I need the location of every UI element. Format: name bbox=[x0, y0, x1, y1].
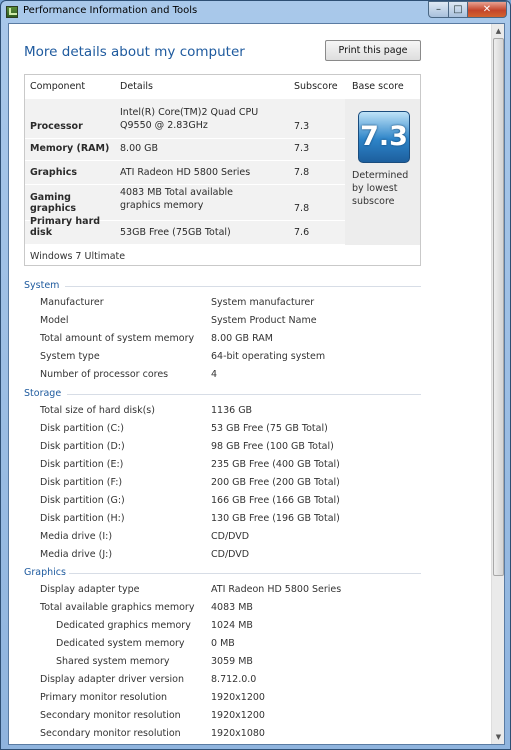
base-score-note: Determined by lowest subscore bbox=[352, 170, 409, 207]
property-value: 64-bit operating system bbox=[211, 351, 326, 362]
vertical-scrollbar[interactable]: ▲ ▼ bbox=[491, 24, 504, 744]
property-value: 1920x1080 bbox=[211, 728, 265, 739]
property-label: Disk partition (H:) bbox=[40, 513, 125, 524]
base-score-badge: 7.3 bbox=[358, 111, 410, 163]
component-details: ATI Radeon HD 5800 Series bbox=[120, 167, 251, 178]
property-label: Dedicated graphics memory bbox=[56, 620, 191, 631]
component-details: 8.00 GB bbox=[120, 143, 159, 154]
property-value: 1920x1200 bbox=[211, 692, 265, 703]
property-label: Disk partition (E:) bbox=[40, 459, 124, 470]
maximize-button[interactable]: □ bbox=[448, 1, 468, 18]
property-value: 3059 MB bbox=[211, 656, 253, 667]
score-table: Component Details Subscore Base score Pr… bbox=[24, 74, 421, 266]
property-value: 8.712.0.0 bbox=[211, 674, 257, 685]
component-details: 53GB Free (75GB Total) bbox=[120, 227, 231, 238]
property-label: Number of processor cores bbox=[40, 369, 169, 380]
component-details: Intel(R) Core(TM)2 Quad CPU Q9550 @ 2.83… bbox=[120, 107, 259, 131]
header-base-score: Base score bbox=[352, 81, 404, 92]
title-bar[interactable]: Performance Information and Tools – □ ✕ bbox=[1, 1, 510, 23]
property-value: 98 GB Free (100 GB Total) bbox=[211, 441, 334, 452]
section-heading-system: System bbox=[24, 280, 60, 291]
property-value: 130 GB Free (196 GB Total) bbox=[211, 513, 340, 524]
property-label: Disk partition (D:) bbox=[40, 441, 125, 452]
property-label: Model bbox=[40, 315, 69, 326]
property-label: Dedicated system memory bbox=[56, 638, 185, 649]
property-label: Total available graphics memory bbox=[40, 602, 195, 613]
property-value: CD/DVD bbox=[211, 549, 250, 560]
section-divider bbox=[69, 573, 421, 574]
print-page-button[interactable]: Print this page bbox=[325, 40, 421, 61]
header-details: Details bbox=[120, 81, 153, 92]
page-title: More details about my computer bbox=[24, 44, 245, 60]
component-subscore: 7.6 bbox=[294, 227, 310, 238]
component-details: 4083 MB Total available graphics memory bbox=[120, 187, 234, 211]
property-value: System Product Name bbox=[211, 315, 317, 326]
property-label: Media drive (J:) bbox=[40, 549, 113, 560]
property-label: Disk partition (F:) bbox=[40, 477, 123, 488]
component-name: Processor bbox=[30, 121, 83, 132]
property-label: Media drive (I:) bbox=[40, 531, 113, 542]
windows-edition: Windows 7 Ultimate bbox=[30, 251, 126, 262]
property-value: System manufacturer bbox=[211, 297, 315, 308]
section-heading-graphics: Graphics bbox=[24, 567, 66, 578]
scrollbar-thumb[interactable] bbox=[493, 38, 504, 576]
scroll-up-arrow-icon[interactable]: ▲ bbox=[493, 25, 504, 37]
component-subscore: 7.8 bbox=[294, 203, 310, 214]
property-value: CD/DVD bbox=[211, 531, 250, 542]
base-score-panel: 7.3 Determined by lowest subscore bbox=[345, 99, 420, 245]
minimize-button[interactable]: – bbox=[428, 1, 449, 18]
property-label: Secondary monitor resolution bbox=[40, 710, 181, 721]
property-label: Display adapter type bbox=[40, 584, 140, 595]
property-label: Disk partition (C:) bbox=[40, 423, 125, 434]
property-value: 0 MB bbox=[211, 638, 235, 649]
property-label: System type bbox=[40, 351, 100, 362]
property-value: 4 bbox=[211, 369, 218, 380]
property-value: ATI Radeon HD 5800 Series bbox=[211, 584, 342, 595]
property-value: 4083 MB bbox=[211, 602, 253, 613]
window: Performance Information and Tools – □ ✕ … bbox=[0, 0, 511, 750]
component-subscore: 7.8 bbox=[294, 167, 310, 178]
property-value: 200 GB Free (200 GB Total) bbox=[211, 477, 340, 488]
header-subscore: Subscore bbox=[294, 81, 338, 92]
property-label: Display adapter driver version bbox=[40, 674, 184, 685]
section-divider bbox=[65, 286, 421, 287]
property-value: 53 GB Free (75 GB Total) bbox=[211, 423, 328, 434]
property-value: 166 GB Free (166 GB Total) bbox=[211, 495, 340, 506]
property-value: 1024 MB bbox=[211, 620, 253, 631]
component-subscore: 7.3 bbox=[294, 121, 310, 132]
content-area: More details about my computer Print thi… bbox=[8, 23, 505, 745]
performance-app-icon bbox=[6, 6, 18, 18]
property-label: Secondary monitor resolution bbox=[40, 728, 181, 739]
component-name: Memory (RAM) bbox=[30, 143, 110, 154]
close-button[interactable]: ✕ bbox=[467, 1, 507, 18]
section-heading-storage: Storage bbox=[24, 388, 62, 399]
property-value: 8.00 GB RAM bbox=[211, 333, 273, 344]
property-label: Total size of hard disk(s) bbox=[40, 405, 155, 416]
property-value: 235 GB Free (400 GB Total) bbox=[211, 459, 340, 470]
component-name: Graphics bbox=[30, 167, 77, 178]
property-value: 1136 GB bbox=[211, 405, 253, 416]
property-label: Disk partition (G:) bbox=[40, 495, 125, 506]
header-component: Component bbox=[30, 81, 86, 92]
property-label: Primary monitor resolution bbox=[40, 692, 168, 703]
property-label: Manufacturer bbox=[40, 297, 104, 308]
component-name: Gaming graphics bbox=[30, 192, 77, 214]
window-title: Performance Information and Tools bbox=[23, 5, 198, 16]
component-name: Primary hard disk bbox=[30, 216, 101, 238]
property-value: 1920x1200 bbox=[211, 710, 265, 721]
property-label: Total amount of system memory bbox=[40, 333, 195, 344]
scroll-down-arrow-icon[interactable]: ▼ bbox=[493, 731, 504, 743]
component-subscore: 7.3 bbox=[294, 143, 310, 154]
property-label: Shared system memory bbox=[56, 656, 170, 667]
section-divider bbox=[67, 394, 421, 395]
